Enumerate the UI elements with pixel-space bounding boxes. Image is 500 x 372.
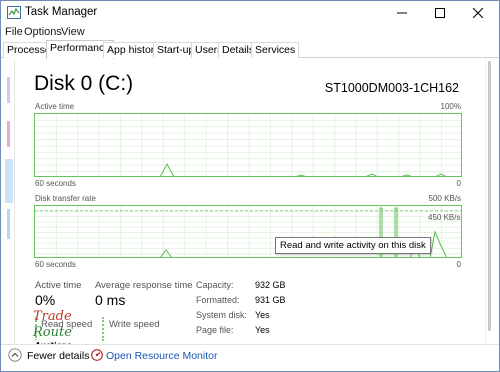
avg-response-value: 0 ms [95, 292, 126, 308]
menu-options[interactable]: Options [24, 26, 62, 38]
title-bar: Task Manager [1, 1, 499, 25]
chevron-up-circle-icon[interactable] [8, 348, 22, 362]
tab-bar: Processes Performance App history Start-… [1, 40, 499, 59]
system-disk-value: Yes [255, 310, 270, 320]
resource-monitor-icon[interactable] [91, 349, 103, 361]
active-time-max-label: 100% [440, 102, 461, 111]
memory-resource-marker[interactable] [7, 121, 10, 147]
active-time-min-label: 0 [456, 179, 461, 188]
transfer-max-label: 500 KB/s [428, 194, 461, 203]
graph-tooltip: Read and write activity on this disk [275, 237, 431, 254]
capacity-value: 932 GB [255, 280, 286, 290]
page-file-value: Yes [255, 325, 270, 335]
minimize-icon [397, 12, 407, 14]
system-disk-key: System disk: [196, 310, 248, 320]
maximize-icon [435, 8, 445, 18]
cpu-resource-marker[interactable] [7, 77, 10, 103]
scrollbar-thumb[interactable] [488, 61, 491, 331]
svg-text:Trade: Trade [33, 309, 72, 324]
menu-file[interactable]: File [5, 26, 23, 38]
active-time-chart-label: Active time [35, 102, 75, 111]
fewer-details-button[interactable]: Fewer details [27, 350, 89, 362]
close-button[interactable] [461, 1, 495, 25]
maximize-button[interactable] [423, 1, 457, 25]
minimize-button[interactable] [385, 1, 419, 25]
tab-services[interactable]: Services [251, 42, 300, 58]
active-time-graph [34, 113, 462, 177]
disk-title: Disk 0 (C:) [34, 72, 134, 95]
svg-text:Route: Route [32, 325, 72, 340]
capacity-key: Capacity: [196, 280, 234, 290]
transfer-duration-label: 60 seconds [35, 260, 76, 269]
footer-bar: Fewer details Open Resource Monitor [1, 344, 499, 371]
task-manager-icon [7, 6, 21, 19]
transfer-min-label: 0 [456, 260, 461, 269]
active-time-grid [35, 114, 461, 176]
menu-bar: File Options View [1, 25, 499, 41]
formatted-value: 931 GB [255, 295, 286, 305]
close-icon [473, 8, 483, 18]
open-resource-monitor-link[interactable]: Open Resource Monitor [106, 350, 217, 362]
avg-response-label: Average response time [95, 280, 193, 291]
write-speed-indicator [102, 317, 104, 341]
active-time-duration-label: 60 seconds [35, 179, 76, 188]
page-file-key: Page file: [196, 325, 234, 335]
window-title: Task Manager [25, 6, 98, 18]
formatted-key: Formatted: [196, 295, 240, 305]
ethernet-resource-marker[interactable] [7, 209, 10, 239]
disk-model: ST1000DM003-1CH162 [324, 81, 459, 95]
vertical-scrollbar[interactable] [485, 59, 499, 344]
resource-list-strip[interactable] [1, 59, 15, 344]
active-time-stat-label: Active time [35, 280, 82, 291]
disk-resource-marker-selected[interactable] [5, 159, 13, 203]
transfer-chart-label: Disk transfer rate [35, 194, 96, 203]
menu-view[interactable]: View [61, 26, 85, 38]
transfer-secondary-label: 450 KB/s [428, 213, 461, 222]
active-time-graph-svg [35, 114, 461, 176]
task-manager-window: Task Manager File Options View Processes… [0, 0, 500, 372]
write-speed-label: Write speed [109, 319, 160, 330]
